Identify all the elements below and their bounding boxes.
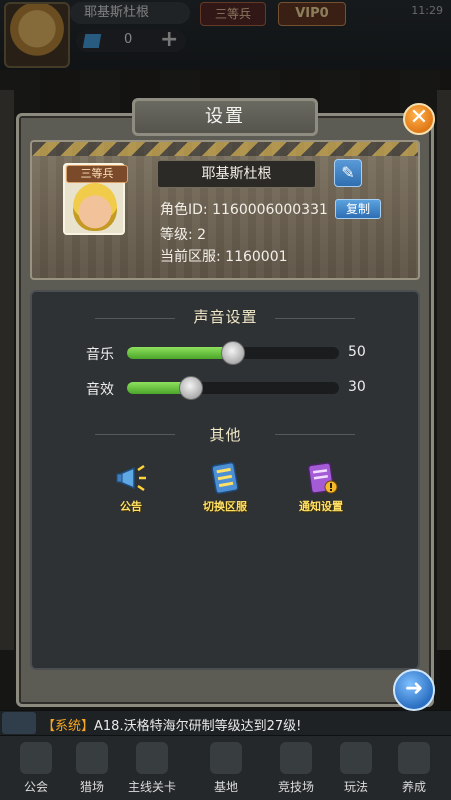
level-label: 等级: — [160, 227, 193, 243]
sfx-label: 音效 — [86, 382, 114, 398]
notification-settings-label: 通知设置 — [299, 500, 343, 513]
announcement-button[interactable]: 公告 — [96, 460, 166, 516]
sfx-slider[interactable] — [127, 376, 339, 400]
hunting-icon — [76, 742, 108, 774]
ticker-tag: 【系统】 — [42, 719, 95, 734]
close-button[interactable]: ✕ — [403, 103, 435, 135]
megaphone-icon — [116, 464, 146, 492]
nav-label: 公会 — [23, 780, 48, 794]
avatar-face-icon — [73, 183, 117, 231]
role-id-label: 角色ID: — [160, 202, 208, 218]
nav-label: 猎场 — [79, 780, 104, 794]
other-title: 其他 — [209, 426, 242, 444]
server-row: 当前区服: 1160001 — [160, 246, 288, 266]
nav-label: 玩法 — [343, 780, 368, 794]
nav-main-stage[interactable]: 主线关卡 — [124, 736, 180, 800]
modal-title: 设置 — [132, 98, 318, 136]
gameplay-icon — [340, 742, 372, 774]
nav-hunting[interactable]: 猎场 — [64, 736, 120, 800]
music-slider-fill — [127, 347, 233, 359]
switch-server-label: 切换区服 — [203, 500, 247, 513]
nav-guild[interactable]: 公会 — [8, 736, 64, 800]
sound-settings-title: 声音设置 — [193, 308, 258, 326]
nav-arena[interactable]: 竞技场 — [268, 736, 324, 800]
notification-settings-button[interactable]: 通知设置 — [286, 460, 356, 516]
music-label: 音乐 — [86, 347, 114, 363]
announcement-label: 公告 — [120, 500, 142, 513]
server-label: 当前区服: — [160, 249, 221, 265]
nav-label: 养成 — [401, 780, 426, 794]
base-icon — [210, 742, 242, 774]
nav-label: 主线关卡 — [127, 780, 176, 794]
copy-id-button[interactable]: 复制 — [335, 199, 381, 219]
level-row: 等级: 2 — [160, 224, 206, 244]
chat-icon[interactable] — [2, 712, 36, 734]
edit-name-button[interactable]: ✎ — [334, 159, 362, 187]
ticker-text: A18.沃格特海尔研制等级达到27级! — [94, 719, 302, 734]
sfx-value: 30 — [348, 379, 366, 395]
switch-server-button[interactable]: 切换区服 — [190, 460, 260, 516]
profile-rank-badge: 三等兵 — [66, 165, 128, 183]
music-value: 50 — [348, 344, 366, 360]
role-id-value: 1160006000331 — [212, 202, 328, 218]
server-switch-icon — [211, 462, 239, 494]
arena-icon — [280, 742, 312, 774]
guild-icon — [20, 742, 52, 774]
nav-gameplay[interactable]: 玩法 — [328, 736, 384, 800]
nav-label: 竞技场 — [277, 780, 314, 794]
music-slider[interactable] — [127, 341, 339, 365]
level-value: 2 — [197, 227, 207, 243]
nav-base[interactable]: 基地 — [198, 736, 254, 800]
ticker-message: 【系统】A18.沃格特海尔研制等级达到27级! — [42, 715, 301, 734]
server-value: 1160001 — [225, 249, 288, 265]
role-id-row: 角色ID: 1160006000331 — [160, 199, 328, 219]
profile-name: 耶基斯杜根 — [157, 160, 316, 188]
nav-label: 基地 — [213, 780, 238, 794]
back-button[interactable]: ➜ — [393, 669, 435, 711]
stage-icon — [136, 742, 168, 774]
notification-icon — [307, 462, 338, 494]
hazard-stripe — [32, 142, 418, 156]
sfx-slider-handle[interactable] — [178, 376, 203, 400]
develop-icon — [398, 742, 430, 774]
nav-develop[interactable]: 养成 — [386, 736, 442, 800]
music-slider-handle[interactable] — [221, 341, 245, 365]
